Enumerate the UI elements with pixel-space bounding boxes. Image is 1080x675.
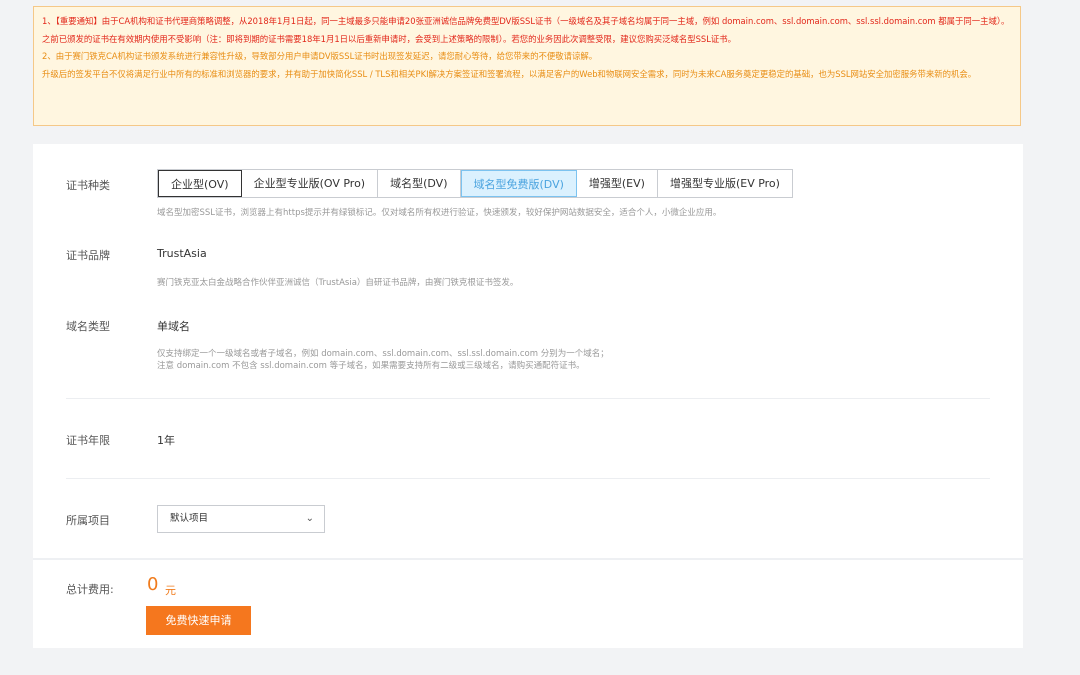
cert-type-ov[interactable]: 企业型(OV) [158, 170, 242, 197]
cert-type-ev[interactable]: 增强型(EV) [576, 170, 658, 197]
project-select[interactable]: 默认项目 ⌄ [157, 505, 325, 533]
purchase-form: 证书种类 企业型(OV) 企业型专业版(OV Pro) 域名型(DV) 域名型免… [33, 144, 1023, 558]
project-label: 所属项目 [66, 514, 110, 527]
brand-label: 证书品牌 [66, 249, 110, 262]
cert-type-dv-free[interactable]: 域名型免费版(DV) [460, 170, 577, 197]
brand-value: TrustAsia [157, 247, 207, 260]
divider [66, 398, 990, 399]
total-cost-label: 总计费用: [66, 583, 114, 596]
domain-type-description-2: 注意 domain.com 不包含 ssl.domain.com 等子域名，如果… [157, 361, 585, 371]
term-value: 1年 [157, 434, 175, 447]
free-apply-button[interactable]: 免费快速申请 [146, 606, 251, 635]
chevron-down-icon: ⌄ [305, 513, 314, 524]
cert-type-selector: 企业型(OV) 企业型专业版(OV Pro) 域名型(DV) 域名型免费版(DV… [157, 169, 793, 198]
cert-type-label: 证书种类 [66, 179, 110, 192]
order-footer: 总计费用: 0 元 免费快速申请 [33, 560, 1023, 648]
domain-type-value: 单域名 [157, 320, 190, 333]
project-select-value: 默认项目 [170, 513, 209, 524]
notice-banner: 1、【重要通知】由于CA机构和证书代理商策略调整，从2018年1月1日起，同一主… [33, 6, 1021, 126]
total-cost-amount: 0 [147, 574, 159, 595]
notice-line-3: 升级后的签发平台不仅将满足行业中所有的标准和浏览器的要求，并有助于加快简化SSL… [42, 68, 977, 79]
domain-type-description-1: 仅支持绑定一个一级域名或者子域名，例如 domain.com、ssl.domai… [157, 349, 609, 359]
total-cost-unit: 元 [165, 584, 176, 597]
cert-type-dv[interactable]: 域名型(DV) [378, 170, 461, 197]
divider [66, 478, 990, 479]
term-label: 证书年限 [66, 434, 110, 447]
cert-type-ov-pro[interactable]: 企业型专业版(OV Pro) [241, 170, 379, 197]
domain-type-label: 域名类型 [66, 320, 110, 333]
cert-type-ev-pro[interactable]: 增强型专业版(EV Pro) [657, 170, 792, 197]
notice-line-1: 1、【重要通知】由于CA机构和证书代理商策略调整，从2018年1月1日起，同一主… [42, 16, 1010, 44]
brand-description: 赛门铁克亚太白金战略合作伙伴亚洲诚信（TrustAsia）自研证书品牌，由赛门铁… [157, 278, 519, 288]
cert-type-description: 域名型加密SSL证书，浏览器上有https提示并有绿锁标记。仅对域名所有权进行验… [157, 208, 722, 218]
notice-line-2: 2、由于赛门铁克CA机构证书颁发系统进行兼容性升级，导致部分用户申请DV版SSL… [42, 51, 598, 62]
